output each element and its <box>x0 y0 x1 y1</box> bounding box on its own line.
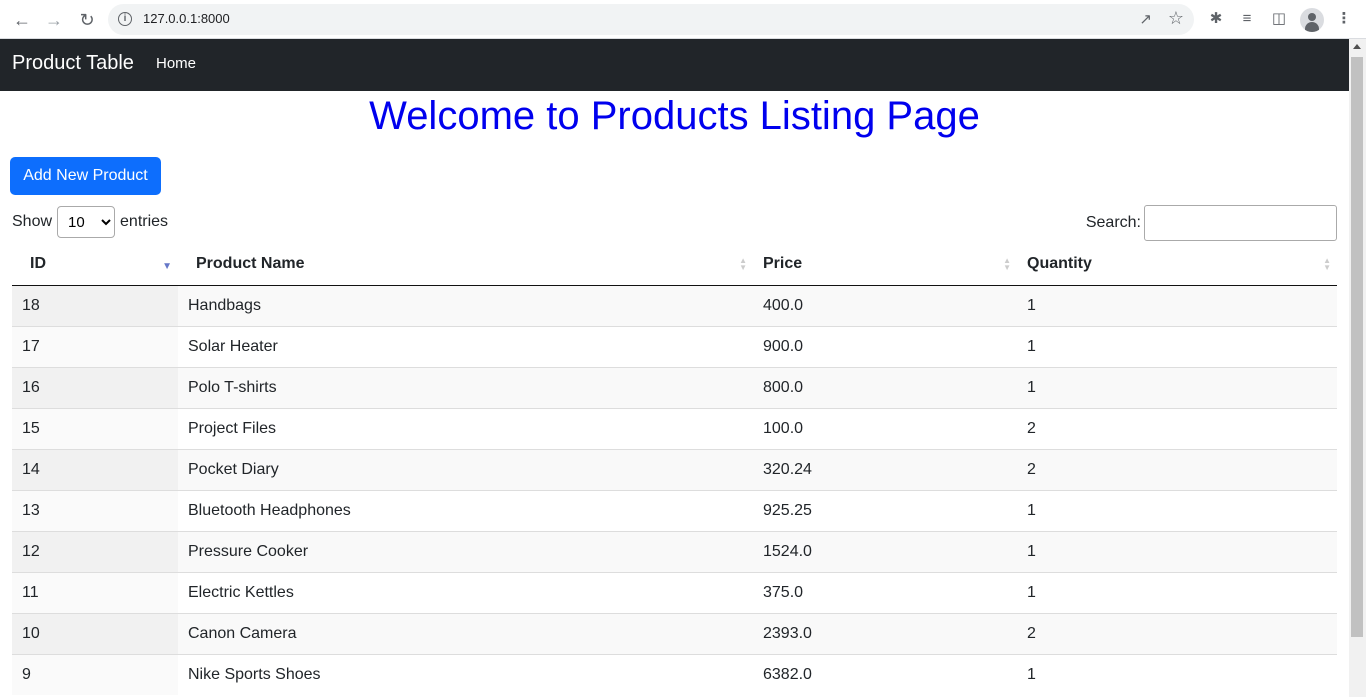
table-row[interactable]: 11 Electric Kettles 375.0 1 <box>12 571 1337 613</box>
page-viewport: Product Table Home Welcome to Products L… <box>0 39 1366 697</box>
reload-icon[interactable]: ↻ <box>75 8 99 32</box>
column-header-price[interactable]: Price ▲ ▼ <box>753 244 1017 286</box>
table-row[interactable]: 9 Nike Sports Shoes 6382.0 1 <box>12 653 1337 695</box>
add-new-product-button[interactable]: Add New Product <box>10 157 161 195</box>
address-url[interactable]: 127.0.0.1:8000 <box>143 11 230 26</box>
column-header-label: Product Name <box>196 255 305 273</box>
cell-product-name: Handbags <box>178 285 753 326</box>
cell-quantity: 1 <box>1017 489 1337 531</box>
browser-toolbar: ← → ↻ i 127.0.0.1:8000 ↗ ☆ ✱ ≡ ◫ ⋮ <box>0 0 1366 39</box>
column-header-label: Price <box>763 255 803 273</box>
scroll-up-arrow-icon[interactable] <box>1353 44 1361 49</box>
table-row[interactable]: 10 Canon Camera 2393.0 2 <box>12 612 1337 654</box>
navbar-brand[interactable]: Product Table <box>12 52 134 75</box>
sort-both-icon: ▲ ▼ <box>739 256 747 272</box>
cell-price: 6382.0 <box>753 653 1017 695</box>
cell-product-name: Nike Sports Shoes <box>178 653 753 695</box>
column-header-id[interactable]: ID ▼ <box>12 244 178 286</box>
kebab-menu-icon[interactable]: ⋮ <box>1334 9 1354 29</box>
table-header-row: ID ▼ Product Name ▲ ▼ Price ▲ ▼ Quantity ▲… <box>12 244 1337 286</box>
cell-quantity: 1 <box>1017 571 1337 613</box>
cell-price: 900.0 <box>753 325 1017 367</box>
cell-quantity: 1 <box>1017 366 1337 408</box>
table-body: 18 Handbags 400.0 1 17 Solar Heater 900.… <box>12 285 1337 695</box>
site-info-icon[interactable]: i <box>118 12 132 26</box>
cell-id: 14 <box>12 448 178 490</box>
back-arrow-icon[interactable]: ← <box>10 8 34 32</box>
table-row[interactable]: 15 Project Files 100.0 2 <box>12 407 1337 449</box>
profile-avatar-icon[interactable] <box>1300 8 1324 32</box>
cell-product-name: Electric Kettles <box>178 571 753 613</box>
cell-price: 100.0 <box>753 407 1017 449</box>
cell-id: 16 <box>12 366 178 408</box>
cell-id: 9 <box>12 653 178 695</box>
cell-product-name: Pocket Diary <box>178 448 753 490</box>
cell-quantity: 1 <box>1017 325 1337 367</box>
cell-price: 375.0 <box>753 571 1017 613</box>
cell-id: 15 <box>12 407 178 449</box>
scrollbar-thumb[interactable] <box>1351 57 1363 637</box>
cell-quantity: 1 <box>1017 653 1337 695</box>
cell-product-name: Project Files <box>178 407 753 449</box>
cell-id: 18 <box>12 285 178 326</box>
table-row[interactable]: 17 Solar Heater 900.0 1 <box>12 325 1337 367</box>
cell-id: 10 <box>12 612 178 654</box>
entries-label: entries <box>120 213 169 230</box>
top-navbar: Product Table Home <box>0 39 1349 91</box>
cell-id: 17 <box>12 325 178 367</box>
search-label: Search: <box>1085 214 1141 231</box>
cell-quantity: 1 <box>1017 285 1337 326</box>
extensions-puzzle-icon[interactable]: ✱ <box>1206 9 1226 29</box>
table-row[interactable]: 12 Pressure Cooker 1524.0 1 <box>12 530 1337 572</box>
share-icon[interactable]: ↗ <box>1139 10 1152 28</box>
cell-id: 11 <box>12 571 178 613</box>
address-bar[interactable]: i 127.0.0.1:8000 ↗ ☆ <box>108 4 1194 35</box>
nav-link-home[interactable]: Home <box>156 55 196 72</box>
column-header-label: ID <box>30 255 46 273</box>
table-row[interactable]: 16 Polo T-shirts 800.0 1 <box>12 366 1337 408</box>
cell-quantity: 2 <box>1017 612 1337 654</box>
cell-id: 12 <box>12 530 178 572</box>
cell-product-name: Polo T-shirts <box>178 366 753 408</box>
table-row[interactable]: 13 Bluetooth Headphones 925.25 1 <box>12 489 1337 531</box>
cell-price: 800.0 <box>753 366 1017 408</box>
cell-quantity: 2 <box>1017 407 1337 449</box>
cell-product-name: Pressure Cooker <box>178 530 753 572</box>
column-header-label: Quantity <box>1027 255 1092 273</box>
cell-price: 400.0 <box>753 285 1017 326</box>
entries-length-control: Show 10 entries <box>12 206 168 238</box>
media-queue-icon[interactable]: ≡ <box>1237 9 1257 29</box>
sort-both-icon: ▲ ▼ <box>1003 256 1011 272</box>
cell-quantity: 2 <box>1017 448 1337 490</box>
cell-price: 925.25 <box>753 489 1017 531</box>
products-table: ID ▼ Product Name ▲ ▼ Price ▲ ▼ Quantity ▲… <box>12 244 1337 695</box>
page-title: Welcome to Products Listing Page <box>369 94 980 138</box>
table-search-control: Search: <box>1086 205 1337 241</box>
show-label: Show <box>12 213 53 230</box>
sort-descending-icon: ▼ <box>162 261 172 272</box>
column-header-quantity[interactable]: Quantity ▲ ▼ <box>1017 244 1337 286</box>
bookmark-star-icon[interactable]: ☆ <box>1168 8 1184 29</box>
page-scrollbar[interactable] <box>1349 39 1366 697</box>
cell-price: 320.24 <box>753 448 1017 490</box>
entries-select[interactable]: 10 <box>57 206 116 238</box>
search-input[interactable] <box>1144 205 1337 241</box>
cell-product-name: Bluetooth Headphones <box>178 489 753 531</box>
cell-product-name: Solar Heater <box>178 325 753 367</box>
sort-both-icon: ▲ ▼ <box>1323 256 1331 272</box>
cell-id: 13 <box>12 489 178 531</box>
column-header-product-name[interactable]: Product Name ▲ ▼ <box>178 244 753 286</box>
side-panel-icon[interactable]: ◫ <box>1269 9 1289 29</box>
cell-price: 1524.0 <box>753 530 1017 572</box>
cell-price: 2393.0 <box>753 612 1017 654</box>
table-row[interactable]: 14 Pocket Diary 320.24 2 <box>12 448 1337 490</box>
forward-arrow-icon[interactable]: → <box>42 8 66 32</box>
cell-product-name: Canon Camera <box>178 612 753 654</box>
table-row[interactable]: 18 Handbags 400.0 1 <box>12 285 1337 326</box>
cell-quantity: 1 <box>1017 530 1337 572</box>
